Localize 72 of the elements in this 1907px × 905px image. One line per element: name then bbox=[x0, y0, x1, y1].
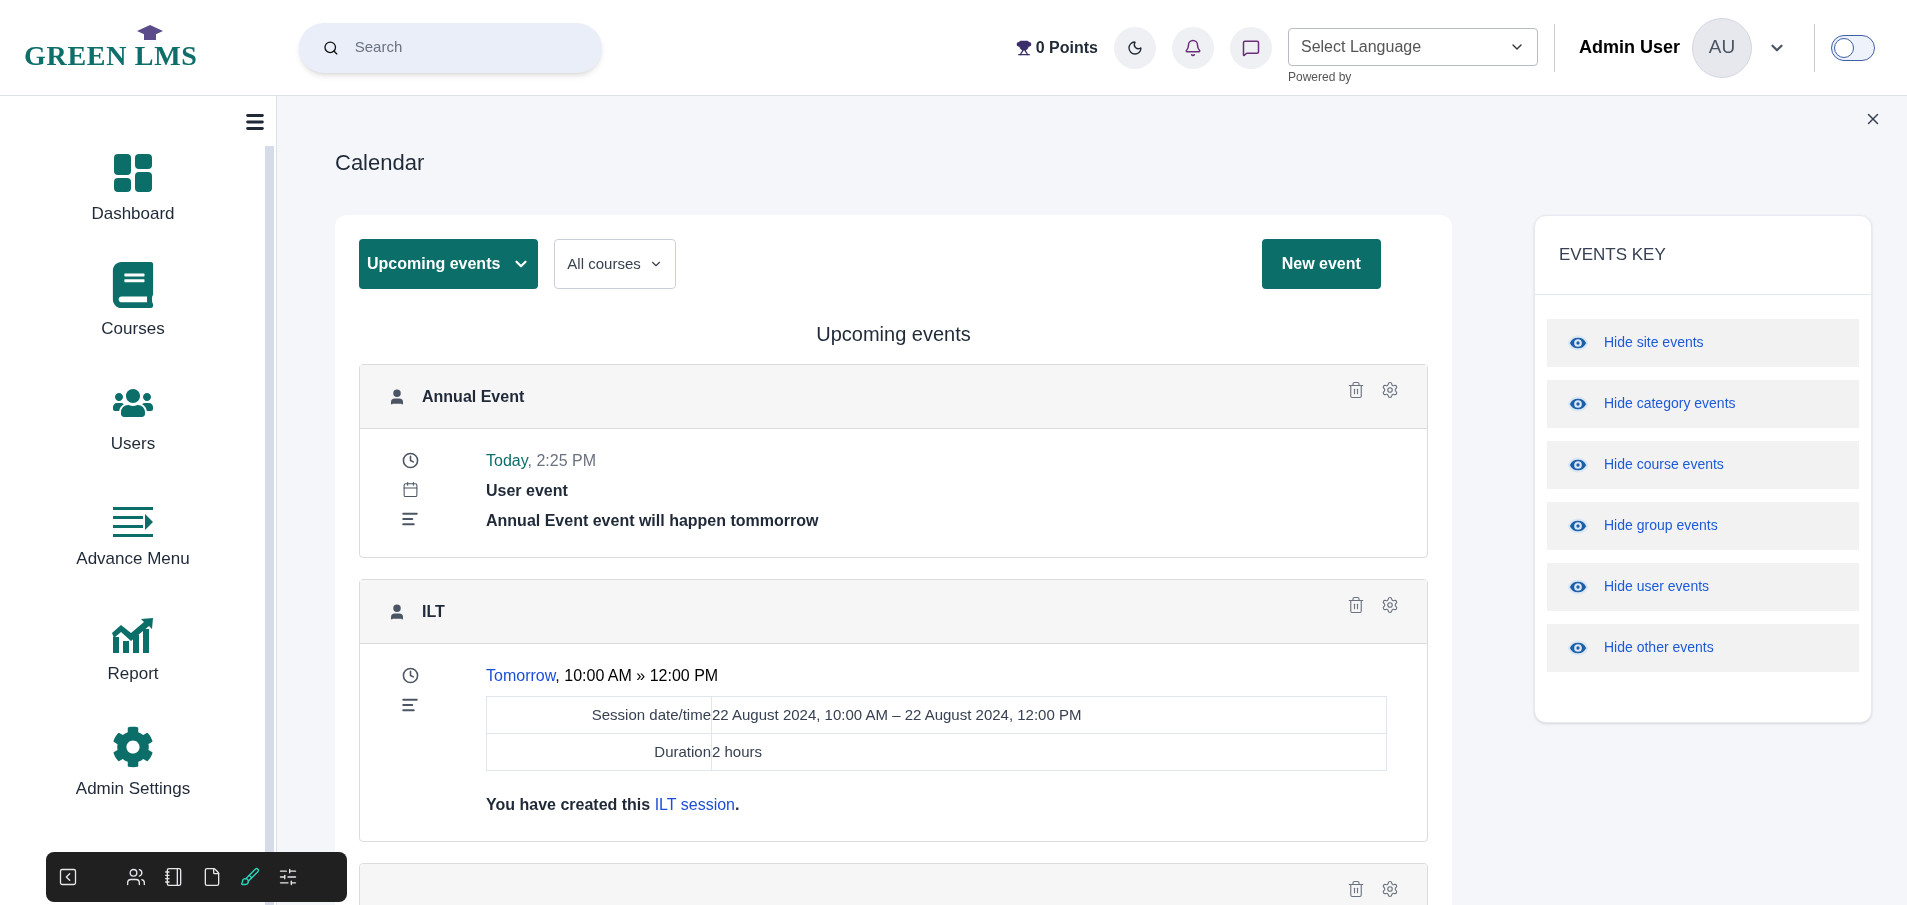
settings-icon[interactable] bbox=[1381, 381, 1399, 399]
user-icon bbox=[388, 602, 406, 621]
hide-events-link[interactable]: Hide course events bbox=[1547, 440, 1859, 489]
session-link[interactable]: ILT session bbox=[654, 796, 735, 813]
theme-toggle[interactable] bbox=[1831, 34, 1875, 61]
search-bar[interactable]: Search bbox=[299, 22, 602, 73]
notebook-icon[interactable] bbox=[164, 867, 184, 887]
description-icon bbox=[401, 696, 419, 714]
delete-icon[interactable] bbox=[1347, 596, 1365, 614]
event-title: ILT bbox=[422, 601, 445, 622]
sliders-icon[interactable] bbox=[278, 867, 298, 887]
gear-icon bbox=[112, 726, 154, 768]
trophy-icon bbox=[1015, 39, 1032, 56]
scrollbar[interactable] bbox=[265, 146, 274, 905]
brush-icon[interactable] bbox=[240, 867, 260, 887]
event-description: Annual Event event will happen tommorrow bbox=[486, 511, 820, 531]
points-count: 0 Points bbox=[1035, 37, 1098, 58]
user-icon bbox=[388, 387, 406, 406]
view-select[interactable]: Upcoming events bbox=[359, 239, 539, 289]
user-name: Admin User bbox=[1578, 36, 1680, 59]
event-title: Annual Event bbox=[422, 386, 525, 407]
date-link[interactable]: Tomorrow bbox=[486, 667, 556, 684]
hide-events-link[interactable]: Hide group events bbox=[1547, 501, 1859, 550]
bell-icon bbox=[1183, 38, 1202, 57]
section-title: Upcoming events bbox=[815, 322, 972, 347]
sidebar-item[interactable]: Users bbox=[23, 363, 243, 478]
sidebar-item[interactable]: Dashboard bbox=[23, 133, 243, 248]
event-note: You have created this ILT session. bbox=[486, 795, 741, 815]
course-select[interactable]: All courses bbox=[554, 239, 676, 289]
language-select[interactable]: Select Language bbox=[1287, 27, 1538, 66]
sidebar-item[interactable]: Report bbox=[23, 593, 243, 708]
table-cell: 22 August 2024, 10:00 AM – 22 August 2024, 12:00 PM bbox=[711, 696, 1387, 734]
description-icon bbox=[401, 510, 419, 528]
delete-icon[interactable] bbox=[1347, 880, 1365, 898]
logo[interactable]: GREEN LMS bbox=[24, 23, 199, 72]
clock-icon bbox=[401, 452, 419, 469]
page-title: Calendar bbox=[335, 149, 426, 177]
sidebar-item[interactable]: Courses bbox=[23, 248, 243, 363]
clock-icon bbox=[401, 667, 419, 684]
user-avatar[interactable]: AU bbox=[1692, 17, 1752, 78]
hide-events-link[interactable]: Hide user events bbox=[1547, 562, 1859, 611]
powered-by-text: Powered by bbox=[1287, 68, 1353, 86]
moon-icon bbox=[1126, 39, 1143, 56]
settings-icon[interactable] bbox=[1381, 880, 1399, 898]
sidebar-item[interactable]: Advance Menu bbox=[23, 478, 243, 593]
book-icon bbox=[110, 262, 156, 308]
message-icon bbox=[1241, 38, 1260, 57]
date-link[interactable]: Today bbox=[486, 452, 528, 469]
chart-icon bbox=[111, 617, 155, 653]
grid-icon bbox=[113, 153, 153, 193]
hide-events-link[interactable]: Hide site events bbox=[1547, 318, 1859, 367]
search-icon bbox=[323, 38, 339, 57]
table-cell: Session date/time bbox=[486, 696, 712, 734]
event-type: User event bbox=[486, 481, 569, 501]
hide-events-link[interactable]: Hide other events bbox=[1547, 623, 1859, 672]
table-cell: 2 hours bbox=[711, 733, 1387, 771]
event-time: Tomorrow, 10:00 AM » 12:00 PM bbox=[486, 666, 720, 686]
search-field[interactable]: Search bbox=[354, 36, 578, 59]
new-event-button[interactable]: New event bbox=[1261, 239, 1381, 289]
hide-events-link[interactable]: Hide category events bbox=[1547, 379, 1859, 428]
list-icon bbox=[113, 506, 153, 538]
file-icon[interactable] bbox=[202, 867, 222, 887]
delete-icon[interactable] bbox=[1347, 381, 1365, 399]
menu-icon[interactable] bbox=[244, 111, 266, 133]
events-key-title: EVENTS KEY bbox=[1535, 216, 1871, 295]
calendar-icon bbox=[401, 481, 419, 498]
settings-icon[interactable] bbox=[1381, 596, 1399, 614]
back-icon[interactable] bbox=[58, 867, 78, 887]
users-icon[interactable] bbox=[126, 867, 146, 887]
sidebar-item[interactable]: Admin Settings bbox=[23, 708, 243, 823]
event-time: Today, 2:25 PM bbox=[486, 451, 597, 471]
table-cell: Duration bbox=[486, 733, 712, 771]
